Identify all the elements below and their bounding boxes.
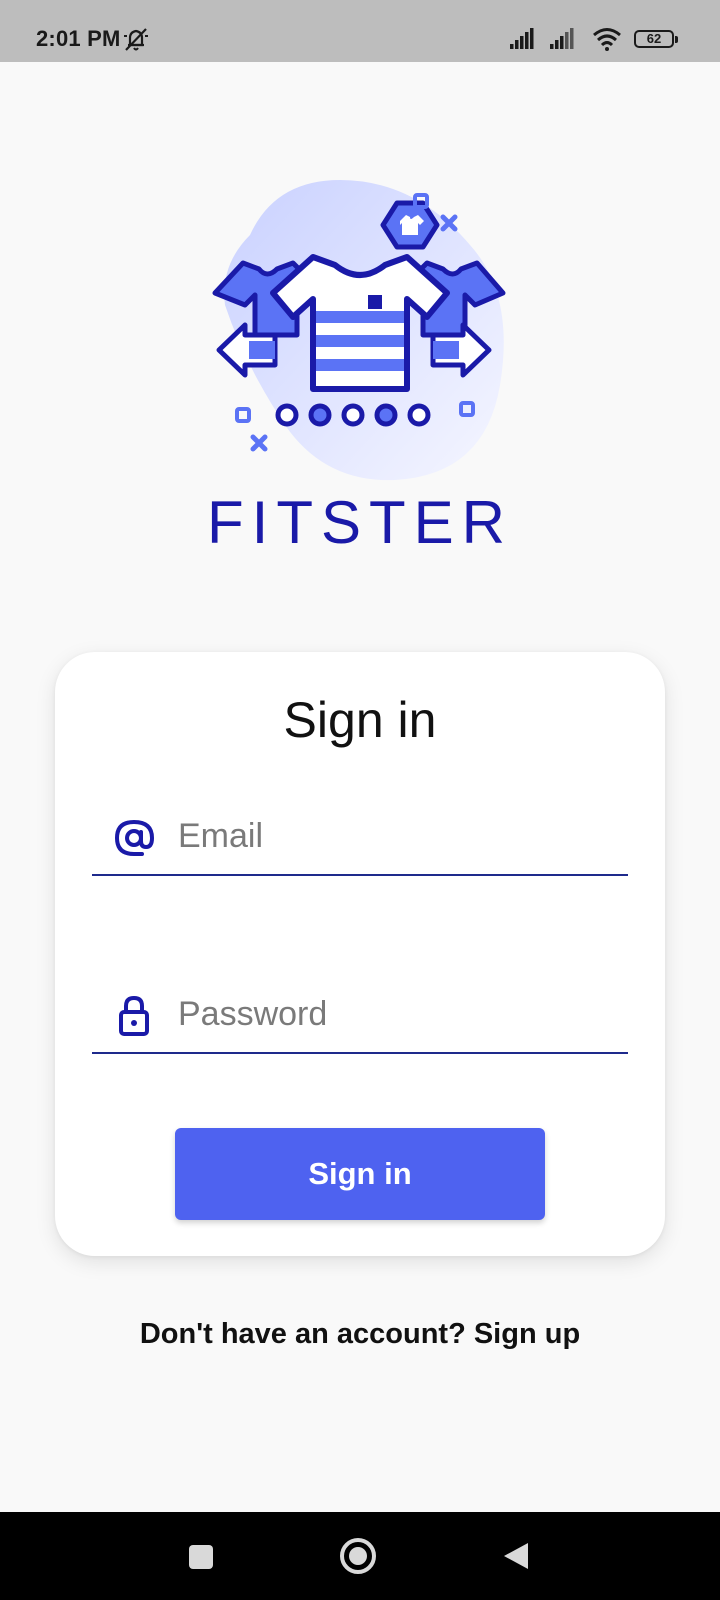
back-icon[interactable]	[500, 1540, 532, 1572]
clothing-exchange-icon	[212, 180, 506, 481]
at-icon	[114, 819, 155, 856]
signin-card: Sign in Sign in	[55, 652, 665, 1256]
signal-icon	[510, 28, 534, 49]
password-input[interactable]	[178, 986, 618, 1042]
status-time: 2:01 PM	[36, 26, 121, 51]
signin-button[interactable]: Sign in	[175, 1128, 545, 1220]
battery-level: 62	[646, 31, 662, 46]
wifi-icon	[593, 28, 621, 51]
lock-icon	[119, 995, 149, 1036]
navigation-bar	[0, 1512, 720, 1600]
home-icon[interactable]	[338, 1536, 378, 1576]
alarm-off-icon	[124, 28, 148, 51]
password-field[interactable]	[92, 978, 628, 1054]
signup-link[interactable]: Don't have an account? Sign up	[0, 1318, 720, 1351]
email-field[interactable]	[92, 800, 628, 876]
battery-icon: 62	[634, 30, 678, 48]
signin-title: Sign in	[283, 692, 437, 748]
email-input[interactable]	[178, 808, 618, 864]
status-bar: 2:01 PM 62	[0, 0, 720, 62]
brand-name: FITSTER	[207, 489, 513, 556]
signal-icon-2	[550, 28, 574, 49]
recents-icon[interactable]	[186, 1542, 216, 1572]
